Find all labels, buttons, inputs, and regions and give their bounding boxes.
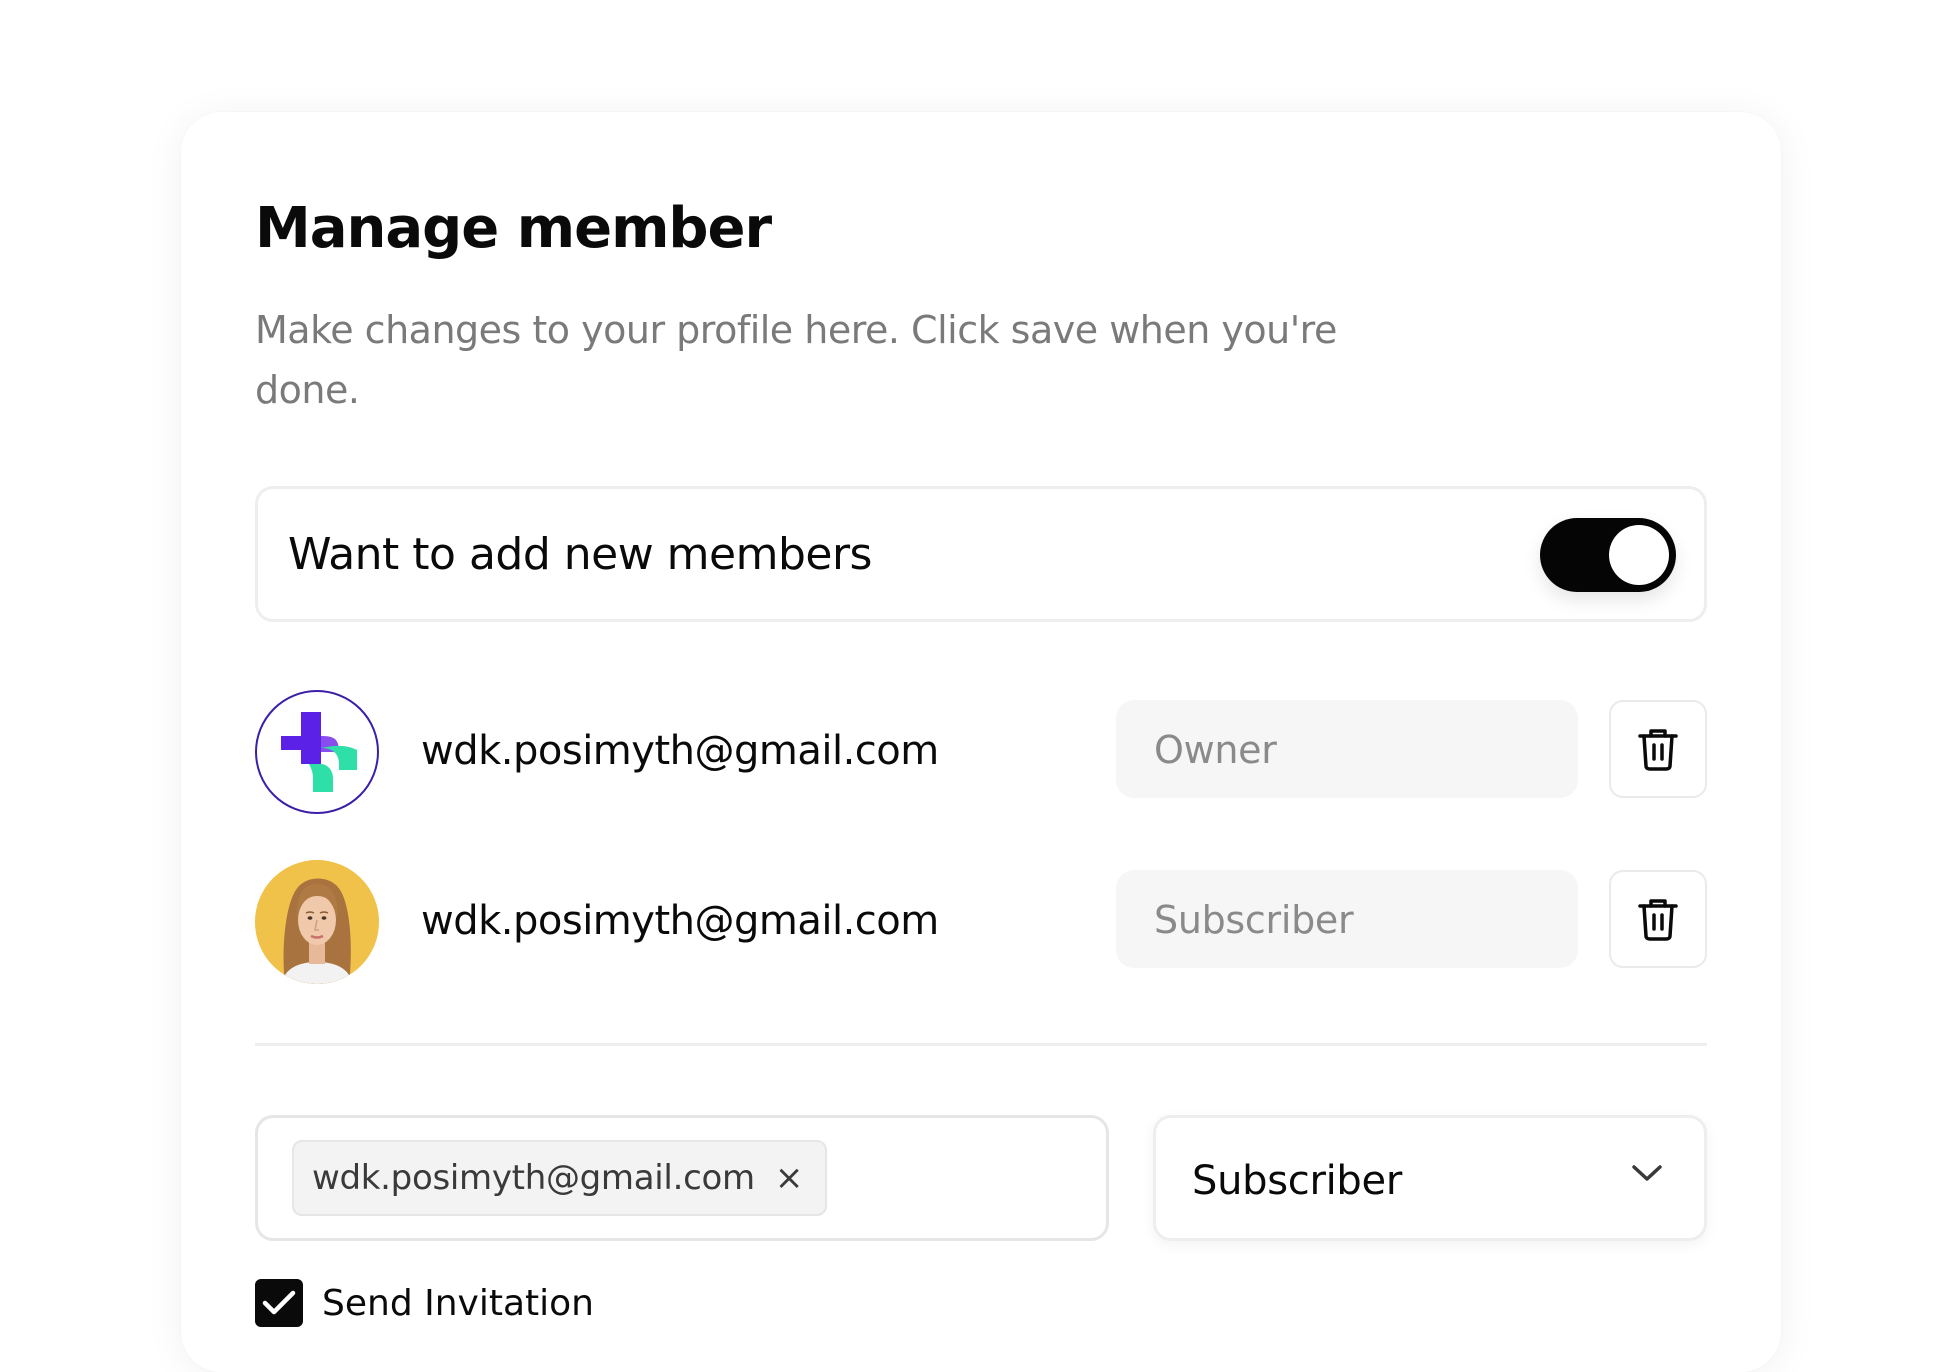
trash-icon xyxy=(1638,899,1678,941)
add-members-label: Want to add new members xyxy=(288,529,872,580)
chevron-down-icon xyxy=(1632,1165,1662,1181)
invite-email-input[interactable]: wdk.posimyth@gmail.com × xyxy=(255,1115,1109,1241)
checkmark-icon xyxy=(262,1290,296,1315)
member-role-text: Owner xyxy=(1154,728,1277,772)
trash-icon xyxy=(1638,729,1678,771)
toggle-knob xyxy=(1609,525,1669,585)
role-select-value: Subscriber xyxy=(1192,1158,1402,1204)
delete-member-button[interactable] xyxy=(1609,870,1707,968)
member-email: wdk.posimyth@gmail.com xyxy=(421,898,939,944)
member-row: wdk.posimyth@gmail.com Subscriber xyxy=(255,860,1707,984)
role-select[interactable]: Subscriber xyxy=(1153,1115,1707,1241)
brand-logo-icon xyxy=(281,712,357,792)
member-row: wdk.posimyth@gmail.com Owner xyxy=(255,690,1707,814)
send-invitation-label: Send Invitation xyxy=(322,1283,594,1324)
brand-logo-avatar xyxy=(255,690,379,814)
section-divider xyxy=(255,1043,1707,1046)
email-chip-text: wdk.posimyth@gmail.com xyxy=(312,1158,755,1198)
add-members-toggle[interactable] xyxy=(1540,518,1676,592)
member-role-field[interactable]: Owner xyxy=(1116,700,1578,798)
member-role-text: Subscriber xyxy=(1154,898,1354,942)
user-photo xyxy=(255,860,379,984)
delete-member-button[interactable] xyxy=(1609,700,1707,798)
email-chip: wdk.posimyth@gmail.com × xyxy=(292,1140,828,1216)
add-members-row: Want to add new members xyxy=(255,486,1707,622)
member-role-field[interactable]: Subscriber xyxy=(1116,870,1578,968)
member-email: wdk.posimyth@gmail.com xyxy=(421,728,939,774)
dialog-title: Manage member xyxy=(255,196,772,261)
dialog-description: Make changes to your profile here. Click… xyxy=(255,308,1337,412)
close-icon[interactable]: × xyxy=(775,1161,804,1195)
user-photo-avatar xyxy=(255,860,379,984)
